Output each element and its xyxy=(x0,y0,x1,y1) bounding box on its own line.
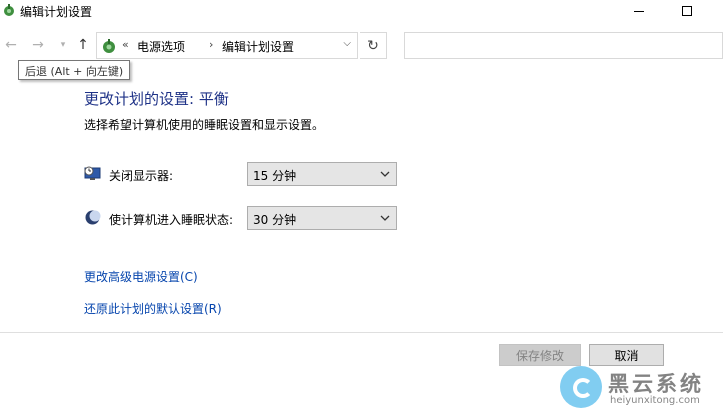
chevron-down-icon: ▾ xyxy=(60,40,66,50)
restore-defaults-link[interactable]: 还原此计划的默认设置(R) xyxy=(84,300,222,317)
page-description: 选择希望计算机使用的睡眠设置和显示设置。 xyxy=(84,118,325,132)
page-title: 更改计划的设置: 平衡 xyxy=(84,90,229,108)
display-off-label: 关闭显示器: xyxy=(109,169,174,183)
recent-locations-button[interactable]: ▾ xyxy=(54,36,72,54)
search-input[interactable] xyxy=(404,32,723,59)
back-button[interactable]: ← xyxy=(2,36,20,54)
watermark-brand: 黑云系统 xyxy=(608,372,704,396)
advanced-power-settings-link[interactable]: 更改高级电源设置(C) xyxy=(84,268,198,285)
power-options-icon xyxy=(103,39,115,53)
sleep-label: 使计算机进入睡眠状态: xyxy=(109,213,234,227)
up-button[interactable]: ↑ xyxy=(74,36,92,54)
sleep-select[interactable]: 30 分钟 xyxy=(247,206,397,230)
maximize-button[interactable] xyxy=(664,0,710,22)
arrow-right-icon: → xyxy=(32,37,44,53)
cancel-button[interactable]: 取消 xyxy=(589,344,664,366)
monitor-clock-icon xyxy=(84,166,101,180)
minimize-icon xyxy=(634,10,644,12)
watermark-logo-icon xyxy=(560,366,602,408)
refresh-icon: ↻ xyxy=(367,37,379,54)
breadcrumb-power-options[interactable]: 电源选项 xyxy=(137,38,185,55)
title-bar: 编辑计划设置 xyxy=(0,0,723,22)
back-tooltip: 后退 (Alt + 向左键) xyxy=(18,60,131,80)
watermark: 黑云系统 heiyunxitong.com xyxy=(558,364,723,412)
window-title: 编辑计划设置 xyxy=(20,5,93,19)
breadcrumb-edit-plan[interactable]: 编辑计划设置 xyxy=(222,38,294,55)
chevron-down-icon xyxy=(380,215,390,221)
breadcrumb-separator[interactable]: › xyxy=(209,38,213,51)
sleep-value: 30 分钟 xyxy=(253,213,297,227)
save-changes-button[interactable]: 保存修改 xyxy=(499,344,581,366)
moon-icon xyxy=(85,210,101,225)
address-prefix[interactable]: « xyxy=(122,38,129,51)
display-off-value: 15 分钟 xyxy=(253,169,297,183)
watermark-url: heiyunxitong.com xyxy=(610,395,700,406)
arrow-left-icon: ← xyxy=(5,37,17,53)
power-options-icon xyxy=(4,4,14,16)
refresh-button[interactable]: ↻ xyxy=(360,32,387,59)
address-dropdown-chevron-icon[interactable]: ⌵ xyxy=(343,38,351,49)
maximize-icon xyxy=(682,6,692,16)
address-bar[interactable]: « 电源选项 › 编辑计划设置 ⌵ xyxy=(96,32,358,59)
arrow-up-icon: ↑ xyxy=(77,37,89,53)
display-off-select[interactable]: 15 分钟 xyxy=(247,162,397,186)
chevron-down-icon xyxy=(380,171,390,177)
minimize-button[interactable] xyxy=(616,0,662,22)
forward-button[interactable]: → xyxy=(29,36,47,54)
footer-divider xyxy=(0,332,723,333)
